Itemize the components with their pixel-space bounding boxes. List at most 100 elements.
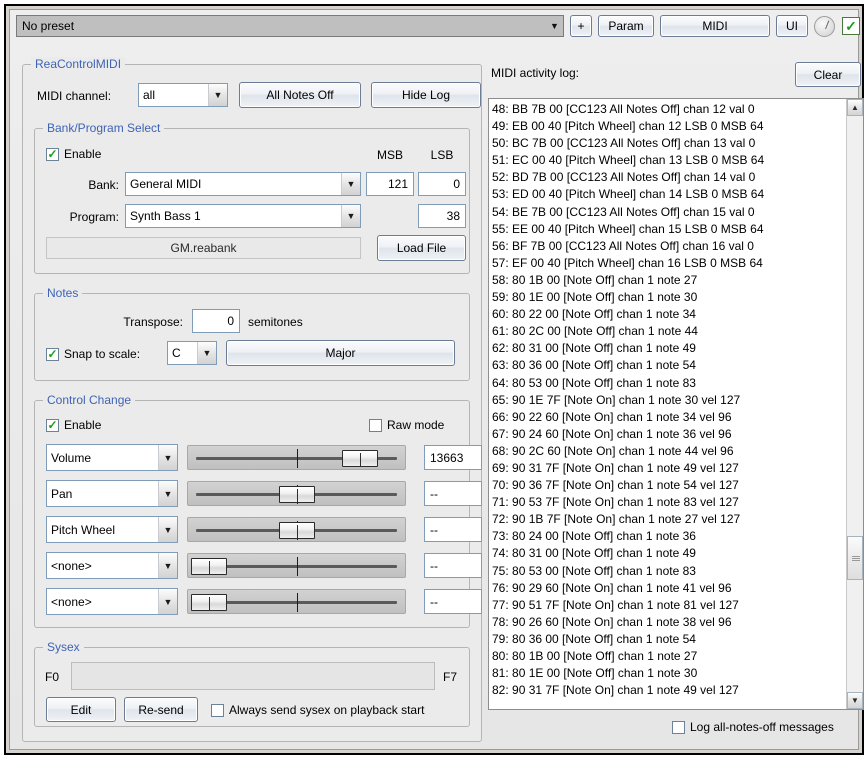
program-lsb-field[interactable]: 38	[418, 204, 466, 228]
midi-log-line[interactable]: 65: 90 1E 7F [Note On] chan 1 note 30 ve…	[492, 392, 845, 409]
midi-log-line[interactable]: 55: EE 00 40 [Pitch Wheel] chan 15 LSB 0…	[492, 221, 845, 238]
sysex-resend-button[interactable]: Re-send	[124, 697, 198, 722]
slider-thumb[interactable]	[279, 522, 315, 539]
midi-log-line[interactable]: 68: 90 2C 60 [Note On] chan 1 note 44 ve…	[492, 443, 845, 460]
transpose-field[interactable]: 0	[192, 309, 240, 333]
midi-log-line[interactable]: 79: 80 36 00 [Note Off] chan 1 note 54	[492, 631, 845, 648]
midi-log-scrollbar[interactable]: ▲ ▼	[846, 99, 863, 709]
midi-log-line[interactable]: 50: BC 7B 00 [CC123 All Notes Off] chan …	[492, 135, 845, 152]
midi-log-line[interactable]: 51: EC 00 40 [Pitch Wheel] chan 13 LSB 0…	[492, 152, 845, 169]
add-preset-button[interactable]: +	[570, 15, 592, 37]
midi-log-line[interactable]: 82: 90 31 7F [Note On] chan 1 note 49 ve…	[492, 682, 845, 699]
cc-value-0[interactable]: 13663	[424, 445, 482, 470]
load-file-button[interactable]: Load File	[377, 235, 466, 261]
midi-button[interactable]: MIDI	[660, 15, 770, 37]
param-button[interactable]: Param	[598, 15, 654, 37]
always-send-sysex-checkbox[interactable]: Always send sysex on playback start	[211, 703, 424, 717]
chevron-down-icon[interactable]: ▼	[158, 517, 177, 542]
chevron-down-icon[interactable]: ▼	[847, 692, 863, 709]
sysex-edit-button[interactable]: Edit	[46, 697, 116, 722]
cc-select-4[interactable]: <none> ▼	[46, 588, 178, 615]
midi-log-line[interactable]: 69: 90 31 7F [Note On] chan 1 note 49 ve…	[492, 460, 845, 477]
chevron-down-icon[interactable]: ▼	[341, 205, 360, 227]
midi-log-line[interactable]: 58: 80 1B 00 [Note Off] chan 1 note 27	[492, 272, 845, 289]
chevron-down-icon[interactable]: ▼	[158, 553, 177, 578]
scale-type-button[interactable]: Major	[226, 340, 455, 366]
chevron-down-icon[interactable]: ▼	[341, 173, 360, 195]
cc-select-1[interactable]: Pan ▼	[46, 480, 178, 507]
midi-log-line[interactable]: 67: 90 24 60 [Note On] chan 1 note 36 ve…	[492, 426, 845, 443]
midi-log-listbox[interactable]: 48: BB 7B 00 [CC123 All Notes Off] chan …	[488, 98, 864, 710]
midi-log-line[interactable]: 53: ED 00 40 [Pitch Wheel] chan 14 LSB 0…	[492, 186, 845, 203]
slider-thumb[interactable]	[342, 450, 378, 467]
bypass-checkbox[interactable]: ✓	[842, 17, 860, 35]
midi-log-line[interactable]: 59: 80 1E 00 [Note Off] chan 1 note 30	[492, 289, 845, 306]
knob-icon[interactable]	[814, 16, 835, 37]
midi-log-line[interactable]: 64: 80 53 00 [Note Off] chan 1 note 83	[492, 375, 845, 392]
preset-combo[interactable]: No preset ▼	[16, 15, 564, 37]
cc-select-0[interactable]: Volume ▼	[46, 444, 178, 471]
cc-select-2[interactable]: Pitch Wheel ▼	[46, 516, 178, 543]
midi-log-line[interactable]: 56: BF 7B 00 [CC123 All Notes Off] chan …	[492, 238, 845, 255]
midi-log-line[interactable]: 49: EB 00 40 [Pitch Wheel] chan 12 LSB 0…	[492, 118, 845, 135]
midi-log-line[interactable]: 74: 80 31 00 [Note Off] chan 1 note 49	[492, 545, 845, 562]
midi-log-line[interactable]: 48: BB 7B 00 [CC123 All Notes Off] chan …	[492, 101, 845, 118]
bank-enable-checkbox[interactable]: ✓ Enable	[46, 147, 101, 161]
midi-log-line[interactable]: 60: 80 22 00 [Note Off] chan 1 note 34	[492, 306, 845, 323]
snap-to-scale-checkbox[interactable]: ✓ Snap to scale:	[46, 347, 140, 361]
bank-msb-field[interactable]: 121	[366, 172, 414, 196]
chevron-down-icon[interactable]: ▼	[158, 589, 177, 614]
cc-value-4[interactable]: --	[424, 589, 482, 614]
midi-log-line[interactable]: 78: 90 26 60 [Note On] chan 1 note 38 ve…	[492, 614, 845, 631]
cc-slider-2[interactable]	[187, 517, 406, 542]
scale-root-combo[interactable]: C ▼	[167, 341, 217, 365]
ui-button[interactable]: UI	[776, 15, 808, 37]
midi-log-line[interactable]: 62: 80 31 00 [Note Off] chan 1 note 49	[492, 340, 845, 357]
chevron-down-icon[interactable]: ▼	[208, 84, 227, 106]
cc-enable-checkbox[interactable]: ✓ Enable	[46, 418, 101, 432]
midi-log-line[interactable]: 73: 80 24 00 [Note Off] chan 1 note 36	[492, 528, 845, 545]
program-combo[interactable]: Synth Bass 1 ▼	[125, 204, 361, 228]
cc-value-2[interactable]: --	[424, 517, 482, 542]
cc-slider-3[interactable]	[187, 553, 406, 578]
midi-log-line[interactable]: 72: 90 1B 7F [Note On] chan 1 note 27 ve…	[492, 511, 845, 528]
scrollbar-thumb[interactable]	[847, 536, 863, 580]
all-notes-off-button[interactable]: All Notes Off	[239, 82, 361, 108]
chevron-up-icon[interactable]: ▲	[847, 99, 863, 116]
cc-value-3[interactable]: --	[424, 553, 482, 578]
program-value: Synth Bass 1	[126, 209, 341, 223]
hide-log-button[interactable]: Hide Log	[371, 82, 481, 108]
midi-log-line[interactable]: 80: 80 1B 00 [Note Off] chan 1 note 27	[492, 648, 845, 665]
slider-thumb[interactable]	[279, 486, 315, 503]
midi-log-line[interactable]: 52: BD 7B 00 [CC123 All Notes Off] chan …	[492, 169, 845, 186]
cc-slider-0[interactable]	[187, 445, 406, 470]
cc-slider-4[interactable]	[187, 589, 406, 614]
midi-log-line[interactable]: 57: EF 00 40 [Pitch Wheel] chan 16 LSB 0…	[492, 255, 845, 272]
midi-log-line[interactable]: 61: 80 2C 00 [Note Off] chan 1 note 44	[492, 323, 845, 340]
midi-log-line[interactable]: 76: 90 29 60 [Note On] chan 1 note 41 ve…	[492, 580, 845, 597]
slider-thumb[interactable]	[191, 594, 227, 611]
chevron-down-icon[interactable]: ▼	[158, 481, 177, 506]
slider-thumb[interactable]	[191, 558, 227, 575]
bank-lsb-field[interactable]: 0	[418, 172, 466, 196]
chevron-down-icon[interactable]: ▼	[546, 16, 563, 36]
sysex-value-field[interactable]	[71, 662, 435, 690]
cc-select-3[interactable]: <none> ▼	[46, 552, 178, 579]
midi-channel-combo[interactable]: all ▼	[138, 83, 228, 107]
midi-log-line[interactable]: 70: 90 36 7F [Note On] chan 1 note 54 ve…	[492, 477, 845, 494]
log-all-notes-off-checkbox[interactable]: Log all-notes-off messages	[672, 720, 834, 734]
bank-combo[interactable]: General MIDI ▼	[125, 172, 361, 196]
raw-mode-checkbox[interactable]: Raw mode	[369, 418, 444, 432]
midi-log-line[interactable]: 54: BE 7B 00 [CC123 All Notes Off] chan …	[492, 204, 845, 221]
midi-log-line[interactable]: 71: 90 53 7F [Note On] chan 1 note 83 ve…	[492, 494, 845, 511]
chevron-down-icon[interactable]: ▼	[197, 342, 216, 364]
midi-log-line[interactable]: 81: 80 1E 00 [Note Off] chan 1 note 30	[492, 665, 845, 682]
cc-slider-1[interactable]	[187, 481, 406, 506]
midi-log-line[interactable]: 77: 90 51 7F [Note On] chan 1 note 81 ve…	[492, 597, 845, 614]
cc-value-1[interactable]: --	[424, 481, 482, 506]
midi-log-line[interactable]: 66: 90 22 60 [Note On] chan 1 note 34 ve…	[492, 409, 845, 426]
clear-log-button[interactable]: Clear	[795, 62, 861, 87]
midi-log-line[interactable]: 63: 80 36 00 [Note Off] chan 1 note 54	[492, 357, 845, 374]
midi-log-line[interactable]: 75: 80 53 00 [Note Off] chan 1 note 83	[492, 563, 845, 580]
chevron-down-icon[interactable]: ▼	[158, 445, 177, 470]
